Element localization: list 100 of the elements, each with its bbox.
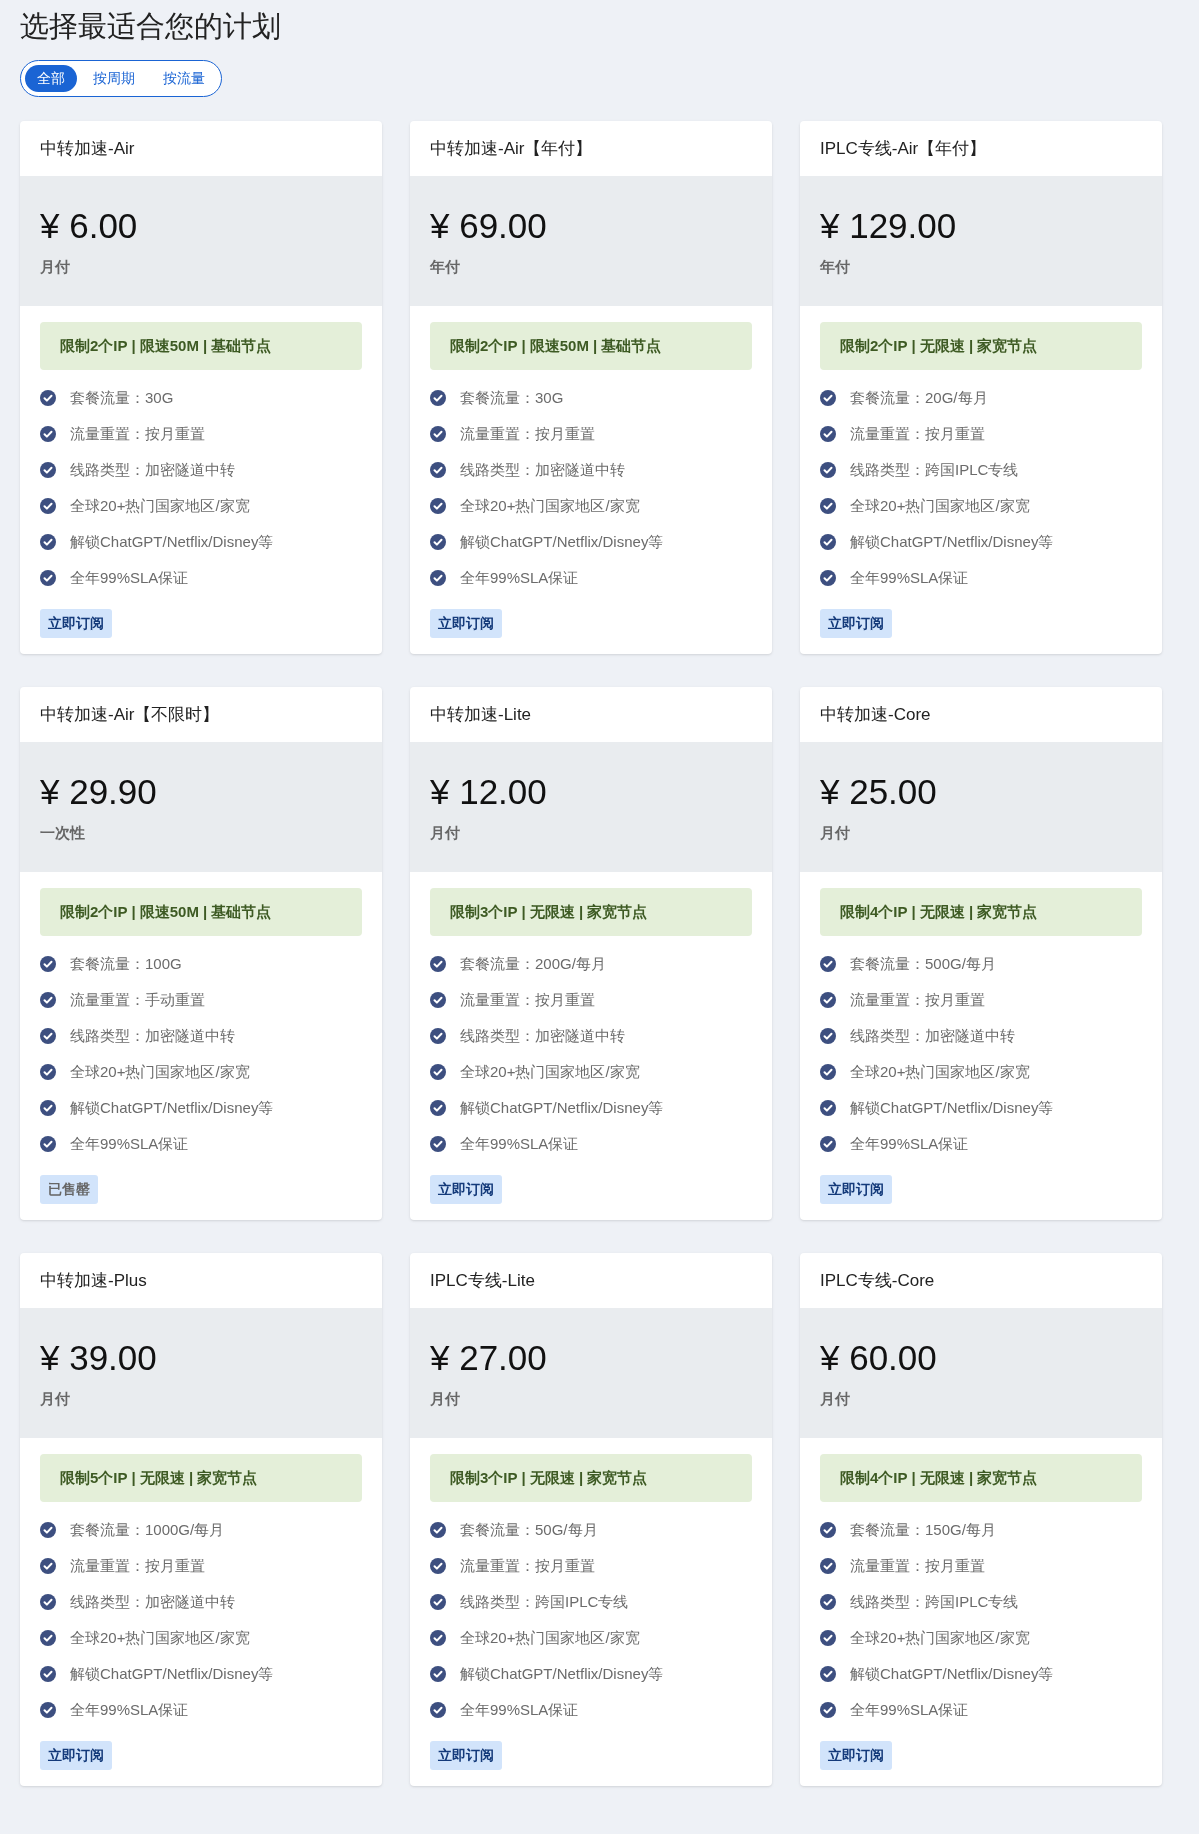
check-icon (430, 1099, 446, 1116)
feature-text: 流量重置：按月重置 (850, 1556, 985, 1575)
check-icon (430, 569, 446, 586)
subscribe-button[interactable]: 立即订阅 (40, 1741, 112, 1770)
check-icon (430, 1665, 446, 1682)
check-icon (40, 497, 56, 514)
feature-text: 全年99%SLA保证 (460, 1134, 579, 1153)
plan-price: ¥ 27.00 (430, 1336, 548, 1379)
check-icon (820, 955, 836, 972)
feature-text: 流量重置：按月重置 (850, 424, 985, 443)
billing-period: 月付 (40, 256, 71, 277)
check-icon (820, 1027, 836, 1044)
filter-tab[interactable]: 全部 (25, 65, 77, 92)
feature-text: 解锁ChatGPT/Netflix/Disney等 (850, 1098, 1054, 1117)
feature-text: 全球20+热门国家地区/家宽 (850, 1628, 1030, 1647)
feature-text: 套餐流量：200G/每月 (460, 954, 606, 973)
feature-text: 解锁ChatGPT/Netflix/Disney等 (460, 1098, 664, 1117)
feature-text: 全球20+热门国家地区/家宽 (460, 1628, 640, 1647)
billing-period: 月付 (40, 1388, 71, 1409)
feature-text: 解锁ChatGPT/Netflix/Disney等 (850, 1664, 1054, 1683)
check-icon (430, 1557, 446, 1574)
check-icon (820, 569, 836, 586)
check-icon (820, 991, 836, 1008)
check-icon (40, 955, 56, 972)
check-icon (40, 1701, 56, 1718)
feature-text: 全年99%SLA保证 (70, 568, 189, 587)
check-icon (40, 1099, 56, 1116)
feature-text: 线路类型：加密隧道中转 (70, 460, 235, 479)
check-icon (430, 425, 446, 442)
plan-name: 中转加速-Lite (429, 703, 533, 726)
feature-text: 线路类型：加密隧道中转 (460, 1026, 625, 1045)
subscribe-button[interactable]: 立即订阅 (430, 609, 502, 638)
feature-text: 套餐流量：50G/每月 (460, 1520, 598, 1539)
check-icon (820, 389, 836, 406)
feature-text: 解锁ChatGPT/Netflix/Disney等 (460, 1664, 664, 1683)
plan-name: 中转加速-Core (819, 703, 932, 726)
billing-period: 年付 (430, 256, 461, 277)
check-icon (430, 389, 446, 406)
feature-text: 解锁ChatGPT/Netflix/Disney等 (70, 532, 274, 551)
check-icon (40, 425, 56, 442)
feature-text: 线路类型：加密隧道中转 (850, 1026, 1015, 1045)
feature-text: 套餐流量：1000G/每月 (70, 1520, 225, 1539)
billing-period: 月付 (430, 822, 461, 843)
plan-name: 中转加速-Air【年付】 (429, 137, 594, 160)
check-icon (40, 1027, 56, 1044)
feature-text: 流量重置：手动重置 (70, 990, 205, 1009)
check-icon (820, 1665, 836, 1682)
check-icon (40, 1665, 56, 1682)
feature-text: 套餐流量：30G (70, 388, 174, 407)
feature-text: 线路类型：加密隧道中转 (70, 1592, 235, 1611)
feature-text: 流量重置：按月重置 (460, 424, 595, 443)
check-icon (40, 1629, 56, 1646)
check-icon (820, 1063, 836, 1080)
subscribe-button[interactable]: 立即订阅 (40, 609, 112, 638)
feature-text: 全球20+热门国家地区/家宽 (460, 496, 640, 515)
feature-text: 全年99%SLA保证 (70, 1700, 189, 1719)
plan-price: ¥ 12.00 (430, 770, 548, 813)
feature-text: 全球20+热门国家地区/家宽 (70, 496, 250, 515)
feature-text: 线路类型：跨国IPLC专线 (460, 1592, 629, 1611)
page-title: 选择最适合您的计划 (20, 9, 282, 44)
feature-text: 流量重置：按月重置 (850, 990, 985, 1009)
filter-tab[interactable]: 按流量 (151, 65, 217, 92)
feature-text: 套餐流量：20G/每月 (850, 388, 988, 407)
subscribe-button[interactable]: 立即订阅 (430, 1741, 502, 1770)
feature-text: 全年99%SLA保证 (70, 1134, 189, 1153)
plan-price: ¥ 129.00 (820, 204, 958, 247)
check-icon (820, 1629, 836, 1646)
subscribe-button[interactable]: 立即订阅 (820, 1741, 892, 1770)
check-icon (820, 533, 836, 550)
feature-text: 全球20+热门国家地区/家宽 (70, 1062, 250, 1081)
feature-text: 全年99%SLA保证 (460, 1700, 579, 1719)
check-icon (430, 991, 446, 1008)
feature-text: 流量重置：按月重置 (460, 990, 595, 1009)
feature-text: 全年99%SLA保证 (460, 568, 579, 587)
check-icon (820, 1521, 836, 1538)
feature-text: 流量重置：按月重置 (460, 1556, 595, 1575)
check-icon (820, 1701, 836, 1718)
check-icon (40, 389, 56, 406)
plan-limits: 限制5个IP | 无限速 | 家宽节点 (40, 1454, 362, 1502)
plan-name: IPLC专线-Lite (429, 1269, 536, 1292)
feature-text: 套餐流量：100G (70, 954, 182, 973)
subscribe-button[interactable]: 立即订阅 (820, 1175, 892, 1204)
billing-period: 年付 (820, 256, 851, 277)
check-icon (40, 991, 56, 1008)
check-icon (430, 1135, 446, 1152)
plan-name: 中转加速-Air【不限时】 (39, 703, 221, 726)
check-icon (820, 1135, 836, 1152)
check-icon (430, 1521, 446, 1538)
check-icon (430, 1027, 446, 1044)
plan-price: ¥ 69.00 (430, 204, 548, 247)
subscribe-button[interactable]: 立即订阅 (430, 1175, 502, 1204)
feature-text: 解锁ChatGPT/Netflix/Disney等 (850, 532, 1054, 551)
plan-limits: 限制2个IP | 无限速 | 家宽节点 (820, 322, 1142, 370)
check-icon (430, 533, 446, 550)
check-icon (430, 1063, 446, 1080)
plan-price: ¥ 25.00 (820, 770, 938, 813)
check-icon (430, 497, 446, 514)
feature-text: 全球20+热门国家地区/家宽 (850, 1062, 1030, 1081)
filter-tab[interactable]: 按周期 (81, 65, 147, 92)
subscribe-button[interactable]: 立即订阅 (820, 609, 892, 638)
